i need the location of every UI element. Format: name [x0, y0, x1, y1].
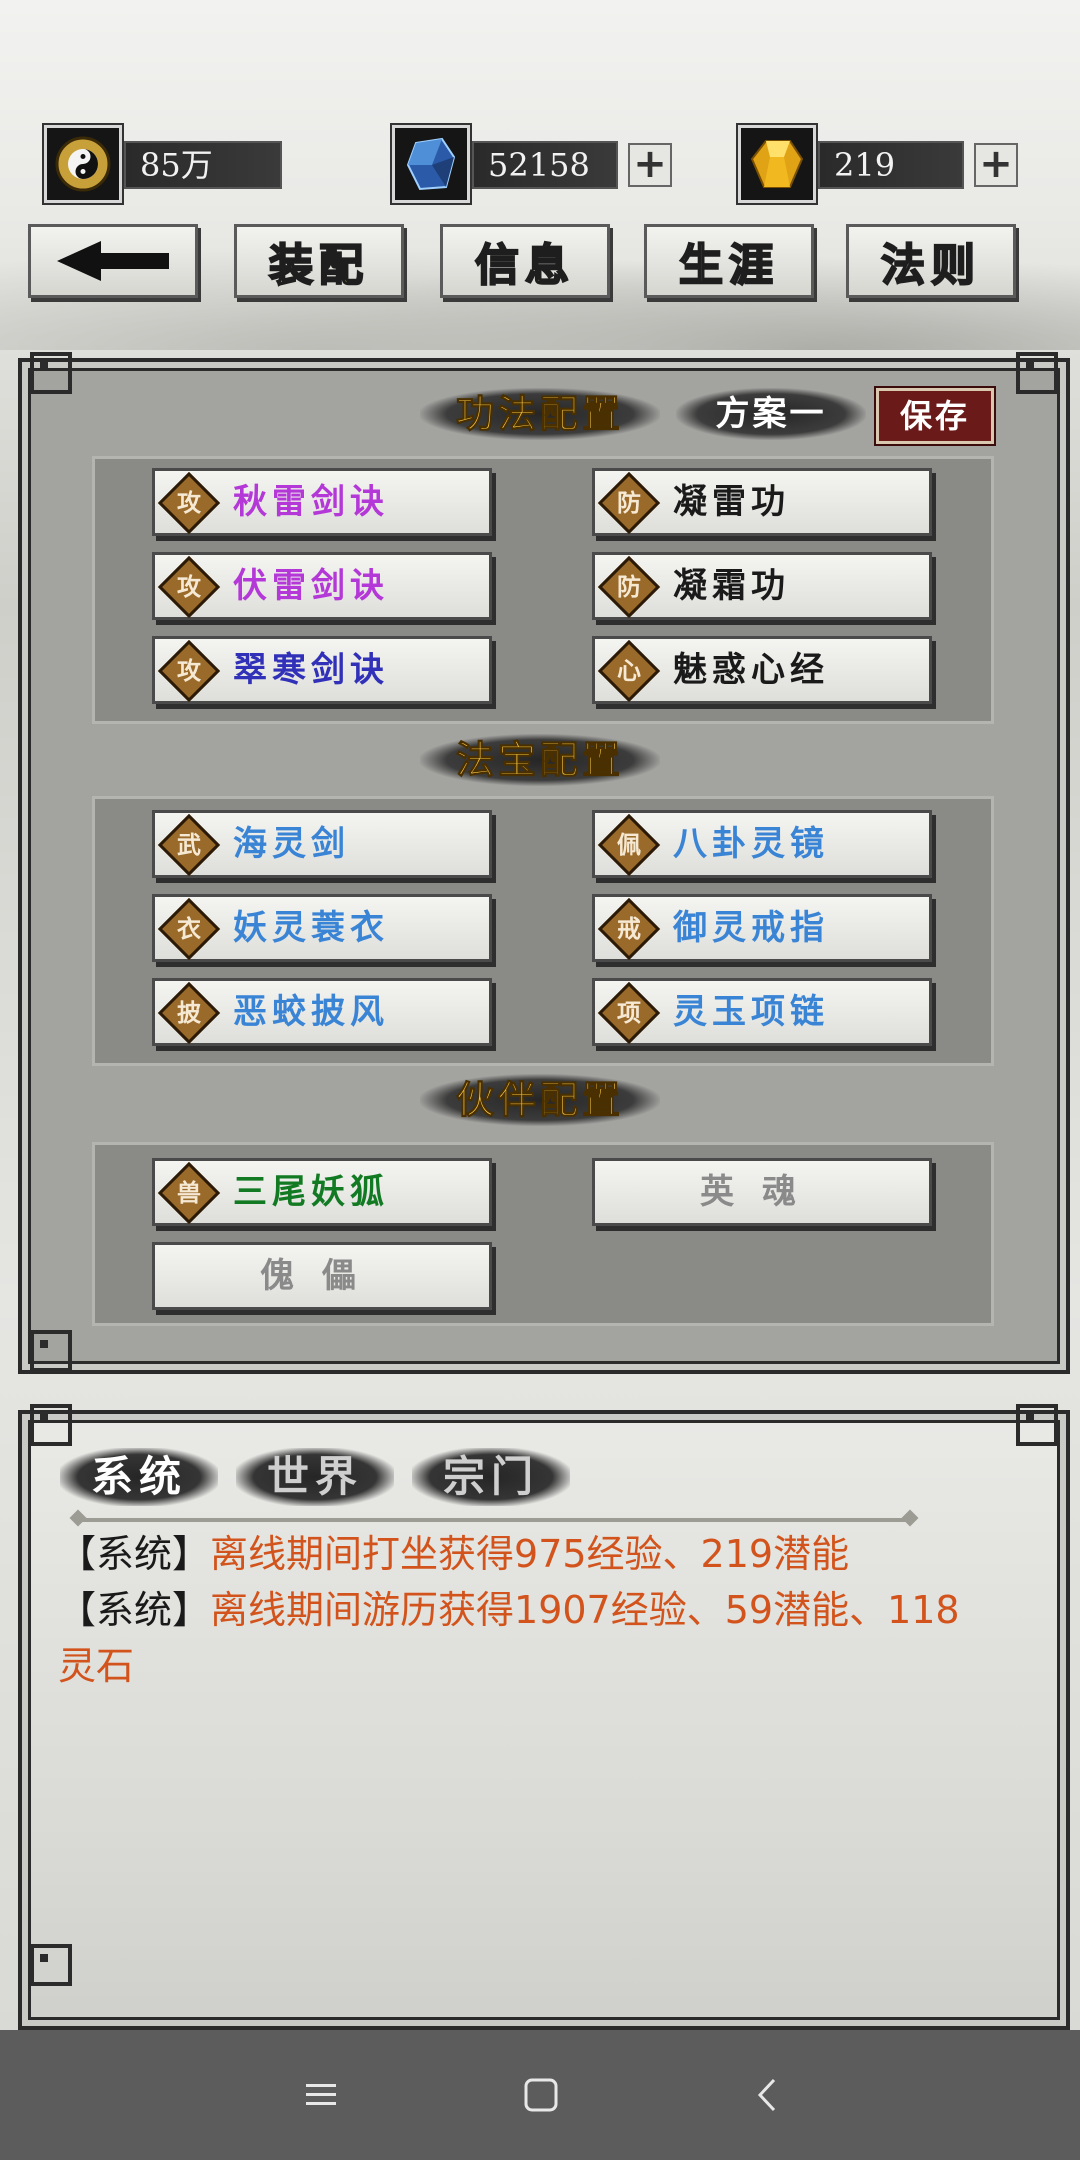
slot-name: 凝霜功: [673, 566, 790, 606]
resource-value: 219: [818, 141, 964, 189]
resource-value: 52158: [472, 141, 618, 189]
back-icon[interactable]: [744, 2072, 790, 2118]
slot-name: 魅惑心经: [673, 650, 829, 690]
slot-name: 三尾妖狐: [233, 1172, 389, 1212]
chat-tab-world[interactable]: 世界: [236, 1448, 394, 1506]
system-navigation-bar: [0, 2030, 1080, 2160]
panel-corner-ornament: [1016, 352, 1058, 394]
partner-slot-empty[interactable]: 傀儡: [152, 1242, 492, 1310]
attack-tag-icon: 攻: [157, 555, 221, 619]
attack-tag-icon: 攻: [157, 471, 221, 535]
slot-tag-label: 攻: [177, 488, 201, 517]
treasure-slot[interactable]: 戒 御灵戒指: [592, 894, 932, 962]
slot-tag-label: 防: [617, 488, 641, 517]
slot-tag-label: 攻: [177, 656, 201, 685]
slot-name: 海灵剑: [233, 824, 350, 864]
slot-name: 灵玉项链: [673, 992, 829, 1032]
treasure-slot[interactable]: 衣 妖灵蓑衣: [152, 894, 492, 962]
treasure-slot[interactable]: 佩 八卦灵镜: [592, 810, 932, 878]
slot-name: 伏雷剑诀: [233, 566, 389, 606]
chat-message: 【系统】离线期间打坐获得975经验、219潜能: [58, 1526, 988, 1582]
yin-yang-icon: [44, 125, 122, 203]
slot-name: 翠寒剑诀: [233, 650, 389, 690]
add-crystal-button[interactable]: +: [628, 143, 672, 187]
message-sender: 【系统】: [58, 1532, 211, 1576]
menu-icon[interactable]: [298, 2072, 344, 2118]
slot-name: 御灵戒指: [673, 908, 829, 948]
skill-slot[interactable]: 攻 翠寒剑诀: [152, 636, 492, 704]
gold-gem-icon: [738, 125, 816, 203]
resource-value: 85万: [124, 141, 282, 189]
cloak-tag-icon: 披: [157, 981, 221, 1045]
slot-name: 秋雷剑诀: [233, 482, 389, 522]
panel-corner-ornament: [1016, 1404, 1058, 1446]
back-button[interactable]: [28, 224, 198, 298]
tab-career[interactable]: 生涯: [644, 224, 814, 298]
slot-name: 傀儡: [260, 1256, 384, 1296]
save-button[interactable]: 保存: [876, 388, 994, 444]
skill-slot[interactable]: 攻 秋雷剑诀: [152, 468, 492, 536]
treasures-section-title: 法宝配置: [420, 734, 660, 786]
slot-tag-label: 披: [177, 998, 201, 1027]
skill-slot[interactable]: 防 凝雷功: [592, 468, 932, 536]
tab-equip[interactable]: 装配: [234, 224, 404, 298]
skill-slot[interactable]: 攻 伏雷剑诀: [152, 552, 492, 620]
defense-tag-icon: 防: [597, 555, 661, 619]
defense-tag-icon: 防: [597, 471, 661, 535]
slot-name: 妖灵蓑衣: [233, 908, 389, 948]
slot-tag-label: 武: [177, 830, 201, 859]
treasure-slot[interactable]: 武 海灵剑: [152, 810, 492, 878]
slot-tag-label: 衣: [177, 914, 201, 943]
chat-divider: [78, 1518, 910, 1522]
partner-slot-empty[interactable]: 英魂: [592, 1158, 932, 1226]
slot-tag-label: 佩: [617, 830, 641, 859]
necklace-tag-icon: 项: [597, 981, 661, 1045]
resource-spirit-power: 85万: [44, 125, 290, 203]
tab-info[interactable]: 信息: [440, 224, 610, 298]
panel-corner-ornament: [30, 1330, 72, 1372]
slot-name: 八卦灵镜: [673, 824, 829, 864]
partners-section-title: 伙伴配置: [420, 1074, 660, 1126]
pendant-tag-icon: 佩: [597, 813, 661, 877]
slot-tag-label: 心: [617, 656, 641, 685]
robe-tag-icon: 衣: [157, 897, 221, 961]
treasure-slot[interactable]: 披 恶蛟披风: [152, 978, 492, 1046]
add-gold-button[interactable]: +: [974, 143, 1018, 187]
slot-tag-label: 防: [617, 572, 641, 601]
blue-crystal-icon: [392, 125, 470, 203]
slot-name: 恶蛟披风: [233, 992, 389, 1032]
message-text: 离线期间打坐获得975经验、219潜能: [210, 1532, 850, 1576]
chat-tab-sect[interactable]: 宗门: [412, 1448, 570, 1506]
slot-tag-label: 兽: [177, 1178, 201, 1207]
ring-tag-icon: 戒: [597, 897, 661, 961]
scheme-selector[interactable]: 方案一: [676, 388, 866, 440]
skill-slot[interactable]: 防 凝霜功: [592, 552, 932, 620]
heart-tag-icon: 心: [597, 639, 661, 703]
attack-tag-icon: 攻: [157, 639, 221, 703]
message-sender: 【系统】: [58, 1588, 211, 1632]
skills-section-title: 功法配置: [420, 388, 660, 440]
slot-name: 凝雷功: [673, 482, 790, 522]
panel-corner-ornament: [30, 1404, 72, 1446]
partner-slot[interactable]: 兽 三尾妖狐: [152, 1158, 492, 1226]
resource-crystal: 52158 +: [392, 125, 674, 203]
chat-tab-system[interactable]: 系统: [60, 1448, 218, 1506]
chat-message: 【系统】离线期间游历获得1907经验、59潜能、118灵石: [58, 1582, 988, 1694]
treasure-slot[interactable]: 项 灵玉项链: [592, 978, 932, 1046]
slot-tag-label: 戒: [617, 914, 641, 943]
back-arrow-icon: [57, 241, 169, 281]
panel-corner-ornament: [30, 352, 72, 394]
slot-name: 英魂: [700, 1172, 824, 1212]
skill-slot[interactable]: 心 魅惑心经: [592, 636, 932, 704]
resource-gold: 219 +: [738, 125, 1020, 203]
home-icon[interactable]: [518, 2072, 564, 2118]
beast-tag-icon: 兽: [157, 1161, 221, 1225]
weapon-tag-icon: 武: [157, 813, 221, 877]
slot-tag-label: 项: [617, 998, 641, 1027]
tab-rules[interactable]: 法则: [846, 224, 1016, 298]
panel-corner-ornament: [30, 1944, 72, 1986]
slot-tag-label: 攻: [177, 572, 201, 601]
